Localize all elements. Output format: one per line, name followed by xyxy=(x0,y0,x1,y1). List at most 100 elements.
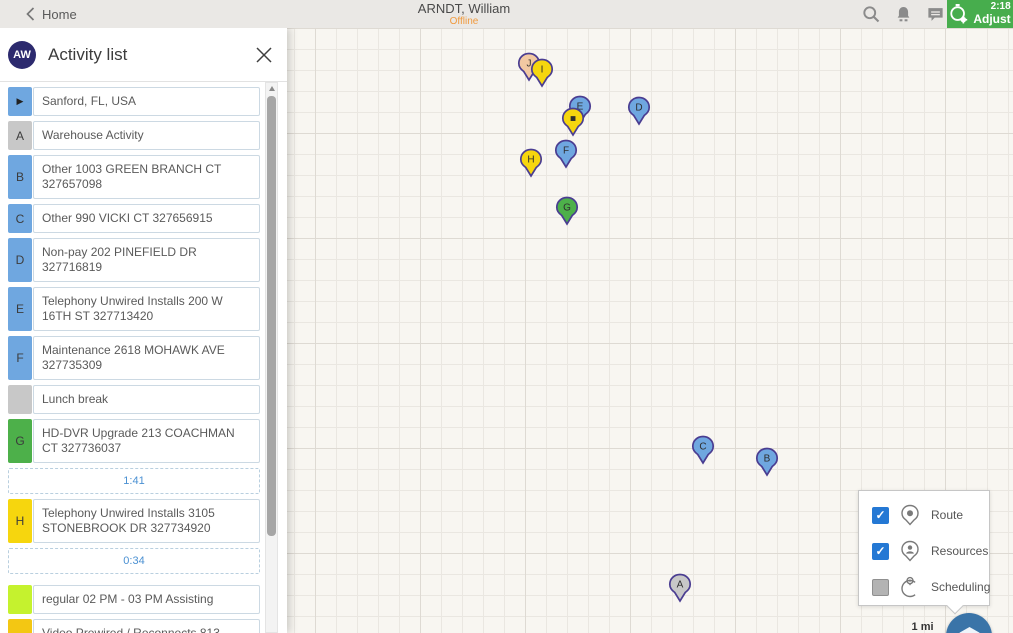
legend-row-resources[interactable]: Resources xyxy=(872,539,988,563)
legend-label-route: Route xyxy=(931,508,964,522)
activity-badge: G xyxy=(8,419,32,463)
activity-badge: B xyxy=(8,155,32,199)
svg-text:D: D xyxy=(635,103,642,114)
activity-label: Sanford, FL, USA xyxy=(33,87,260,116)
svg-text:C: C xyxy=(699,442,706,453)
legend-label-scheduling: Scheduling xyxy=(931,580,991,594)
activity-badge: ▶ xyxy=(8,87,32,116)
svg-text:B: B xyxy=(764,454,771,465)
chevron-left-icon xyxy=(26,7,35,21)
resource-avatar: AW xyxy=(8,41,36,69)
resources-checkbox[interactable] xyxy=(872,542,889,560)
adjust-stopwatch-icon xyxy=(950,4,968,24)
home-label: Home xyxy=(42,6,77,22)
map-pin-C[interactable]: C xyxy=(691,435,715,465)
activity-badge: F xyxy=(8,336,32,380)
scrollbar-up-arrow-icon[interactable] xyxy=(269,86,275,91)
activity-label: Telephony Unwired Installs 200 W 16TH ST… xyxy=(33,287,260,331)
svg-text:H: H xyxy=(527,155,534,166)
map-pin-current-position[interactable]: ■ xyxy=(561,107,585,137)
activity-badge: D xyxy=(8,238,32,282)
activity-badge: H xyxy=(8,499,32,543)
activity-row[interactable]: ▶ Sanford, FL, USA xyxy=(8,87,260,116)
map-pin-B[interactable]: B xyxy=(755,447,779,477)
map-pin-A[interactable]: A xyxy=(668,573,692,603)
activity-row[interactable]: A Warehouse Activity xyxy=(8,121,260,150)
activity-label: Other 1003 GREEN BRANCH CT 327657098 xyxy=(33,155,260,199)
travel-duration: 0:34 xyxy=(123,555,145,567)
activity-row[interactable]: H Telephony Unwired Installs 3105 STONEB… xyxy=(8,499,260,543)
activity-row[interactable]: E Telephony Unwired Installs 200 W 16TH … xyxy=(8,287,260,331)
scheduling-pin-icon xyxy=(901,576,919,598)
route-checkbox[interactable] xyxy=(872,506,889,524)
activity-label: Lunch break xyxy=(33,385,260,414)
resource-name: ARNDT, William xyxy=(417,1,511,16)
svg-text:G: G xyxy=(563,203,571,214)
svg-text:A: A xyxy=(677,580,684,591)
activity-row[interactable]: C Other 990 VICKI CT 327656915 xyxy=(8,204,260,233)
activity-row[interactable]: I Video Prewired / Reconnects 813 WILLNE… xyxy=(8,619,260,633)
notifications-bell-icon[interactable] xyxy=(891,2,915,26)
activity-row[interactable]: G HD-DVR Upgrade 213 COACHMAN CT 3277360… xyxy=(8,419,260,463)
activity-label: Non-pay 202 PINEFIELD DR 327716819 xyxy=(33,238,260,282)
svg-text:I: I xyxy=(541,65,544,76)
activity-badge xyxy=(8,385,32,414)
top-header-bar: Home ARNDT, William Offline 2:18 Adjust xyxy=(0,0,1013,28)
map-layers-button[interactable] xyxy=(946,613,992,633)
map-pin-G[interactable]: G xyxy=(555,196,579,226)
activity-label: Maintenance 2618 MOHAWK AVE 327735309 xyxy=(33,336,260,380)
activity-label: HD-DVR Upgrade 213 COACHMAN CT 327736037 xyxy=(33,419,260,463)
messages-chat-icon[interactable] xyxy=(923,2,947,26)
activity-list: ▶ Sanford, FL, USA A Warehouse Activity … xyxy=(0,82,287,633)
activity-badge: A xyxy=(8,121,32,150)
travel-time-row: 0:34 xyxy=(8,548,260,574)
search-icon[interactable] xyxy=(859,2,883,26)
activity-badge: E xyxy=(8,287,32,331)
map-layers-panel: Route Resources Schedulin xyxy=(858,490,990,615)
map-pin-F[interactable]: F xyxy=(554,139,578,169)
activity-row[interactable]: Lunch break xyxy=(8,385,260,414)
map-pin-D[interactable]: D xyxy=(627,96,651,126)
map-pin-H[interactable]: H xyxy=(519,148,543,178)
activity-label: Other 990 VICKI CT 327656915 xyxy=(33,204,260,233)
legend-pointer-tail xyxy=(946,597,964,615)
travel-time-row: 1:41 xyxy=(8,468,260,494)
adjust-button[interactable]: 2:18 Adjust xyxy=(947,0,1013,28)
activity-row[interactable]: regular 02 PM - 03 PM Assisting xyxy=(8,585,260,614)
activity-badge: C xyxy=(8,204,32,233)
home-back-link[interactable]: Home xyxy=(26,0,77,28)
legend-row-scheduling[interactable]: Scheduling xyxy=(872,575,990,599)
map-pin-I[interactable]: I xyxy=(530,58,554,88)
activity-row[interactable]: D Non-pay 202 PINEFIELD DR 327716819 xyxy=(8,238,260,282)
activity-list-panel: AW Activity list ▶ Sanford, FL, USA A Wa… xyxy=(0,28,287,633)
resources-pin-icon xyxy=(901,540,919,562)
panel-title: Activity list xyxy=(48,45,128,64)
activity-badge: I xyxy=(8,619,32,633)
scheduling-checkbox[interactable] xyxy=(872,578,889,596)
close-panel-button[interactable] xyxy=(253,44,275,66)
scale-miles: 1 mi xyxy=(905,621,940,633)
activity-row[interactable]: F Maintenance 2618 MOHAWK AVE 327735309 xyxy=(8,336,260,380)
route-pin-icon xyxy=(901,504,919,526)
app-window: J I E D ■ F H G C B A ✓ Route ✓ Resource… xyxy=(0,0,1013,633)
activity-badge xyxy=(8,585,32,614)
header-actions xyxy=(859,0,947,28)
offline-status-badge: Offline xyxy=(449,16,479,28)
activity-label: Warehouse Activity xyxy=(33,121,260,150)
close-icon xyxy=(256,47,272,63)
activity-row[interactable]: B Other 1003 GREEN BRANCH CT 327657098 xyxy=(8,155,260,199)
activity-label: Telephony Unwired Installs 3105 STONEBRO… xyxy=(33,499,260,543)
scrollbar-thumb[interactable] xyxy=(267,96,276,536)
activity-list-header: AW Activity list xyxy=(0,28,287,82)
activity-label: regular 02 PM - 03 PM Assisting xyxy=(33,585,260,614)
svg-text:■: ■ xyxy=(570,114,576,125)
panel-scrollbar[interactable] xyxy=(265,82,278,633)
legend-row-route[interactable]: Route xyxy=(872,503,963,527)
adjust-label: Adjust xyxy=(973,11,1011,26)
layers-icon xyxy=(958,626,980,633)
legend-label-resources: Resources xyxy=(931,544,989,558)
map-scale: 1 mi 1 km xyxy=(905,621,940,633)
activity-label: Video Prewired / Reconnects 813 WILLNER … xyxy=(33,619,260,633)
resource-header: ARNDT, William Offline xyxy=(417,1,511,28)
svg-text:F: F xyxy=(563,146,569,157)
